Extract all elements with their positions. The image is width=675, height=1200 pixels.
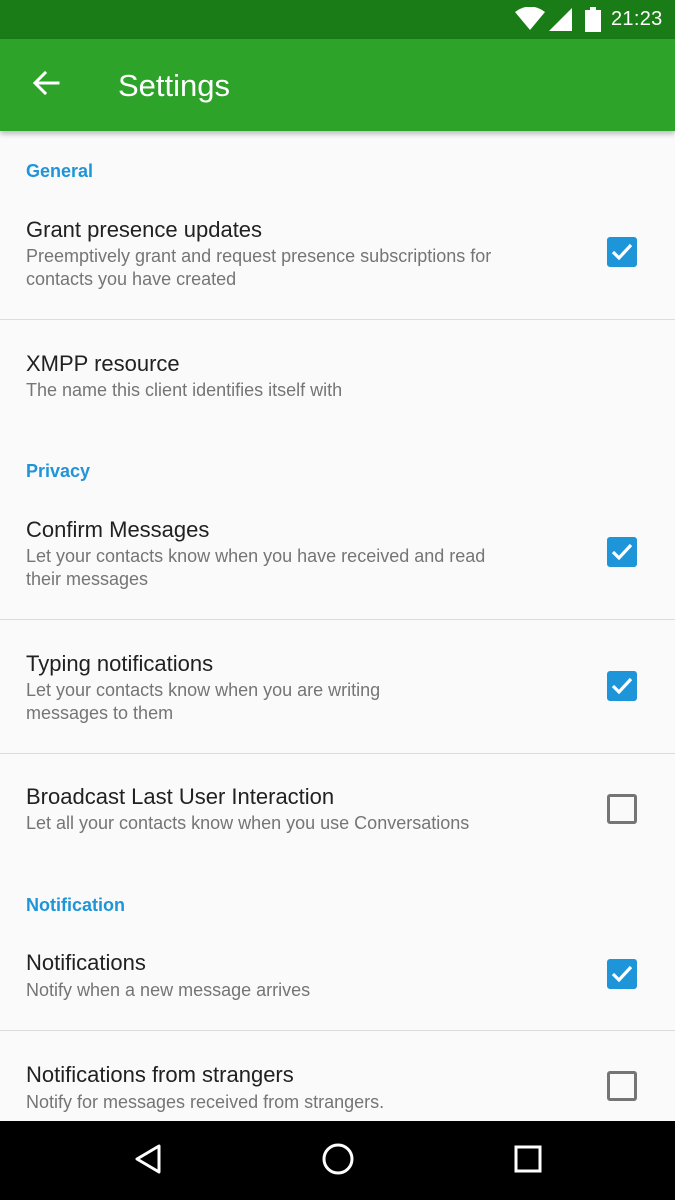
battery-icon <box>585 7 601 37</box>
arrow-back-icon <box>32 70 60 100</box>
pref-summary: The name this client identifies itself w… <box>26 380 343 400</box>
back-button[interactable] <box>18 61 74 109</box>
grant-presence-checkbox[interactable] <box>607 237 637 267</box>
section-header-general: General <box>26 161 94 181</box>
section-header-privacy: Privacy <box>26 461 91 481</box>
status-time: 21:23 <box>611 8 663 30</box>
pref-summary: Let your contacts know when you are writ… <box>26 680 381 723</box>
home-circle-icon <box>321 1142 355 1181</box>
wifi-icon <box>515 6 545 36</box>
pref-title: Confirm Messages <box>26 517 210 542</box>
notifications-strangers-checkbox[interactable] <box>607 1071 637 1101</box>
pref-xmpp-resource[interactable]: XMPP resource The name this client ident… <box>0 320 675 420</box>
pref-title: Broadcast Last User Interaction <box>26 784 335 809</box>
pref-summary: Let all your contacts know when you use … <box>26 813 470 833</box>
pref-title: Notifications from strangers <box>26 1062 294 1087</box>
pref-title: Typing notifications <box>26 651 214 676</box>
settings-list[interactable]: General Grant presence updates Preemptiv… <box>0 131 675 1121</box>
pref-summary: Notify when a new message arrives <box>26 980 311 1000</box>
pref-broadcast-last-interaction[interactable]: Broadcast Last User Interaction Let all … <box>0 754 675 854</box>
signal-icon <box>549 8 573 37</box>
nav-back-button[interactable] <box>120 1135 176 1187</box>
navigation-bar <box>0 1121 675 1200</box>
pref-title: XMPP resource <box>26 351 180 376</box>
pref-notifications[interactable]: Notifications Notify when a new message … <box>0 935 675 1031</box>
confirm-messages-checkbox[interactable] <box>607 537 637 567</box>
section-header-notification: Notification <box>26 895 125 915</box>
recents-square-icon <box>513 1144 543 1179</box>
pref-title: Notifications <box>26 950 146 975</box>
pref-notifications-strangers[interactable]: Notifications from strangers Notify for … <box>0 1031 675 1121</box>
app-bar: Settings <box>0 39 675 131</box>
nav-home-button[interactable] <box>310 1135 366 1187</box>
status-bar: 21:23 <box>0 0 675 39</box>
pref-grant-presence[interactable]: Grant presence updates Preemptively gran… <box>0 201 675 319</box>
pref-summary: Preemptively grant and request presence … <box>26 246 492 289</box>
notifications-checkbox[interactable] <box>607 959 637 989</box>
back-triangle-icon <box>133 1143 163 1180</box>
typing-notifications-checkbox[interactable] <box>607 671 637 701</box>
pref-summary: Notify for messages received from strang… <box>26 1092 385 1112</box>
page-title: Settings <box>118 68 231 103</box>
pref-title: Grant presence updates <box>26 217 263 242</box>
pref-summary: Let your contacts know when you have rec… <box>26 546 486 589</box>
nav-recents-button[interactable] <box>500 1135 556 1187</box>
pref-confirm-messages[interactable]: Confirm Messages Let your contacts know … <box>0 501 675 619</box>
broadcast-last-interaction-checkbox[interactable] <box>607 794 637 824</box>
pref-typing-notifications[interactable]: Typing notifications Let your contacts k… <box>0 620 675 753</box>
